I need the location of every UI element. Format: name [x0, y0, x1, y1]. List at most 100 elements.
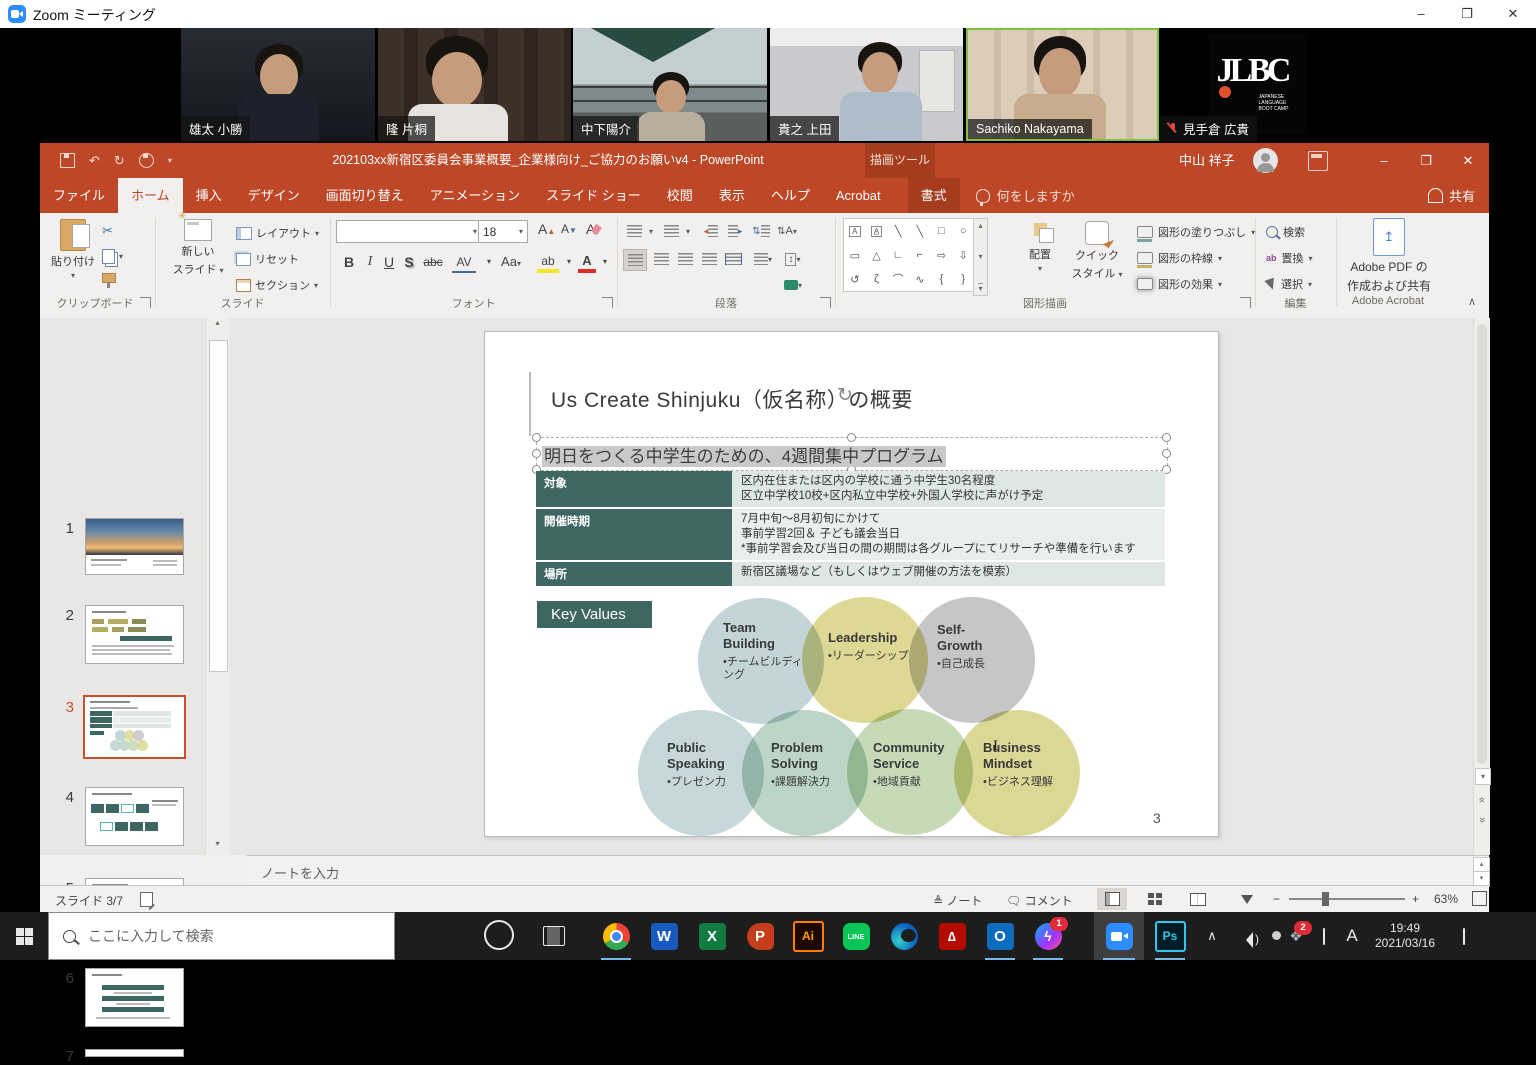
shape-effects-button[interactable]: 図形の効果▾ — [1137, 276, 1222, 292]
share-button[interactable]: 共有 — [1420, 178, 1483, 213]
font-dialog-launcher-icon[interactable] — [602, 297, 613, 308]
slide-thumbnail-2[interactable] — [85, 605, 184, 664]
taskbar-clock[interactable]: 19:49 2021/03/16 — [1366, 921, 1444, 951]
align-text-button[interactable]: ↕▾ — [782, 249, 804, 269]
participant-video-tile[interactable]: JLBC JAPANESELANGUAGEBOOT CAMP 見手倉 広貴 — [1160, 28, 1355, 141]
slide-subtitle[interactable]: 明日をつくる中学生のための、4週間集中プログラム — [542, 442, 946, 467]
key-values-label[interactable]: Key Values — [537, 601, 652, 628]
next-slide-icon[interactable]: » — [1476, 814, 1488, 826]
selection-handle[interactable] — [532, 449, 541, 458]
selection-handle[interactable] — [1162, 433, 1171, 442]
font-size-combobox[interactable]: 18▾ — [478, 220, 528, 243]
minimize-icon[interactable]: – — [1363, 143, 1405, 178]
slide-canvas[interactable]: Us Create Shinjuku（仮名称）の概要 ↻ 明日をつくる中学生のた… — [484, 331, 1219, 837]
zoom-out-button[interactable]: − — [1273, 892, 1280, 906]
shapes-gallery-scrollbar[interactable]: ▴▾▾ — [973, 218, 988, 296]
columns-button[interactable]: ▾ — [752, 249, 774, 269]
paste-button[interactable]: 貼り付け ▾ — [50, 219, 96, 280]
tab-slideshow[interactable]: スライド ショー — [533, 178, 654, 213]
tab-help[interactable]: ヘルプ — [758, 178, 823, 213]
participant-video-tile[interactable]: 隆 片桐 — [378, 28, 571, 141]
slide-thumbnail-6[interactable] — [85, 968, 184, 1027]
task-view-button[interactable] — [543, 926, 565, 946]
paragraph-dialog-launcher-icon[interactable] — [820, 297, 831, 308]
tab-home[interactable]: ホーム — [118, 178, 183, 213]
participant-video-tile[interactable]: 中下陽介 — [573, 28, 767, 141]
zoom-slider-thumb[interactable] — [1322, 892, 1329, 906]
scrollbar-thumb[interactable] — [209, 340, 228, 672]
scroll-down-icon[interactable]: ▾ — [1475, 768, 1491, 785]
maximize-icon[interactable]: ❐ — [1444, 0, 1490, 28]
ribbon-display-options-icon[interactable] — [1308, 151, 1328, 171]
convert-to-smartart-button[interactable]: ▾ — [782, 275, 804, 295]
slide-sorter-view-button[interactable] — [1140, 888, 1170, 910]
decrease-indent-button[interactable]: ◂ — [700, 221, 722, 241]
tab-file[interactable]: ファイル — [40, 178, 118, 213]
bold-button[interactable]: B — [340, 251, 358, 273]
notes-pane[interactable]: ノートを入力 ▴ ▾ — [247, 855, 1489, 886]
text-shadow-button[interactable]: S — [400, 251, 418, 273]
clipboard-dialog-launcher-icon[interactable] — [140, 297, 151, 308]
copy-button[interactable]: ▾ — [102, 249, 123, 264]
tab-transitions[interactable]: 画面切り替え — [313, 178, 417, 213]
undo-icon[interactable]: ↶ — [89, 153, 100, 169]
tab-animations[interactable]: アニメーション — [417, 178, 533, 213]
tab-design[interactable]: デザイン — [235, 178, 313, 213]
zoom-slider-track[interactable] — [1289, 898, 1405, 900]
ime-mode-indicator[interactable]: A — [1338, 926, 1366, 946]
font-color-dropdown-icon[interactable]: ▾ — [598, 251, 612, 273]
highlight-color-button[interactable]: ab — [537, 253, 559, 273]
selection-handle[interactable] — [847, 433, 856, 442]
taskbar-messenger[interactable]: ϟ1 — [1024, 912, 1072, 960]
taskbar-search-box[interactable] — [48, 912, 395, 960]
taskbar-edge[interactable] — [880, 912, 928, 960]
slide-scrollbar[interactable]: ▾ » » — [1473, 318, 1490, 855]
format-painter-button[interactable] — [102, 273, 116, 283]
replace-button[interactable]: ab置換▾ — [1266, 250, 1313, 266]
account-avatar[interactable] — [1253, 148, 1278, 173]
selection-handle[interactable] — [1162, 449, 1171, 458]
find-button[interactable]: 検索 — [1266, 224, 1305, 240]
save-icon[interactable] — [60, 153, 75, 168]
quick-styles-button[interactable]: クイック スタイル ▾ — [1068, 221, 1126, 281]
taskbar-word[interactable]: W — [640, 912, 688, 960]
taskbar-outlook[interactable]: O — [976, 912, 1024, 960]
taskbar-line[interactable]: LINE — [832, 912, 880, 960]
drawing-dialog-launcher-icon[interactable] — [1240, 297, 1251, 308]
taskbar-illustrator[interactable]: Ai — [784, 912, 832, 960]
redo-icon[interactable]: ↻ — [114, 153, 125, 169]
taskbar-zoom-active[interactable] — [1094, 912, 1144, 960]
fit-to-window-icon[interactable] — [1472, 891, 1487, 906]
justify-button[interactable] — [698, 249, 720, 269]
clear-formatting-button[interactable]: A — [586, 218, 600, 240]
tab-insert[interactable]: 挿入 — [183, 178, 235, 213]
slide-thumbnail-7-partial[interactable] — [85, 1049, 184, 1057]
taskbar-photoshop[interactable]: Ps — [1146, 912, 1194, 960]
cut-button[interactable]: ✂ — [102, 223, 113, 239]
taskbar-chrome[interactable] — [592, 912, 640, 960]
line-spacing-button[interactable]: ⇅ — [750, 221, 772, 241]
character-spacing-button[interactable]: AV — [452, 253, 476, 273]
tab-view[interactable]: 表示 — [706, 178, 758, 213]
align-left-button[interactable] — [623, 249, 647, 271]
strikethrough-button[interactable]: abc — [420, 251, 446, 273]
shrink-font-button[interactable]: A▼ — [561, 218, 577, 240]
grow-font-button[interactable]: A▲ — [538, 218, 555, 240]
slideshow-view-button[interactable] — [1232, 888, 1262, 910]
start-button[interactable] — [0, 912, 48, 960]
close-icon[interactable]: ✕ — [1447, 143, 1489, 178]
increase-indent-button[interactable]: ▸ — [724, 221, 746, 241]
notes-scrollbar[interactable]: ▴ ▾ — [1472, 856, 1489, 886]
shape-outline-button[interactable]: 図形の枠線▾ — [1137, 250, 1222, 266]
text-direction-button[interactable]: ⇅A▾ — [776, 221, 798, 241]
layout-button[interactable]: レイアウト▾ — [236, 225, 319, 241]
notes-toggle-button[interactable]: ≜ ノート — [933, 892, 982, 909]
new-slide-button[interactable]: 新しい スライド ▾ — [168, 219, 228, 277]
tab-acrobat[interactable]: Acrobat — [823, 178, 894, 213]
previous-slide-icon[interactable]: » — [1476, 794, 1488, 806]
notes-placeholder[interactable]: ノートを入力 — [261, 863, 339, 882]
scroll-up-icon[interactable]: ▴ — [206, 318, 229, 334]
numbering-dropdown-icon[interactable]: ▾ — [683, 221, 693, 241]
action-center-icon[interactable] — [1444, 929, 1484, 944]
slide-thumbnail-3-selected[interactable] — [83, 695, 186, 759]
